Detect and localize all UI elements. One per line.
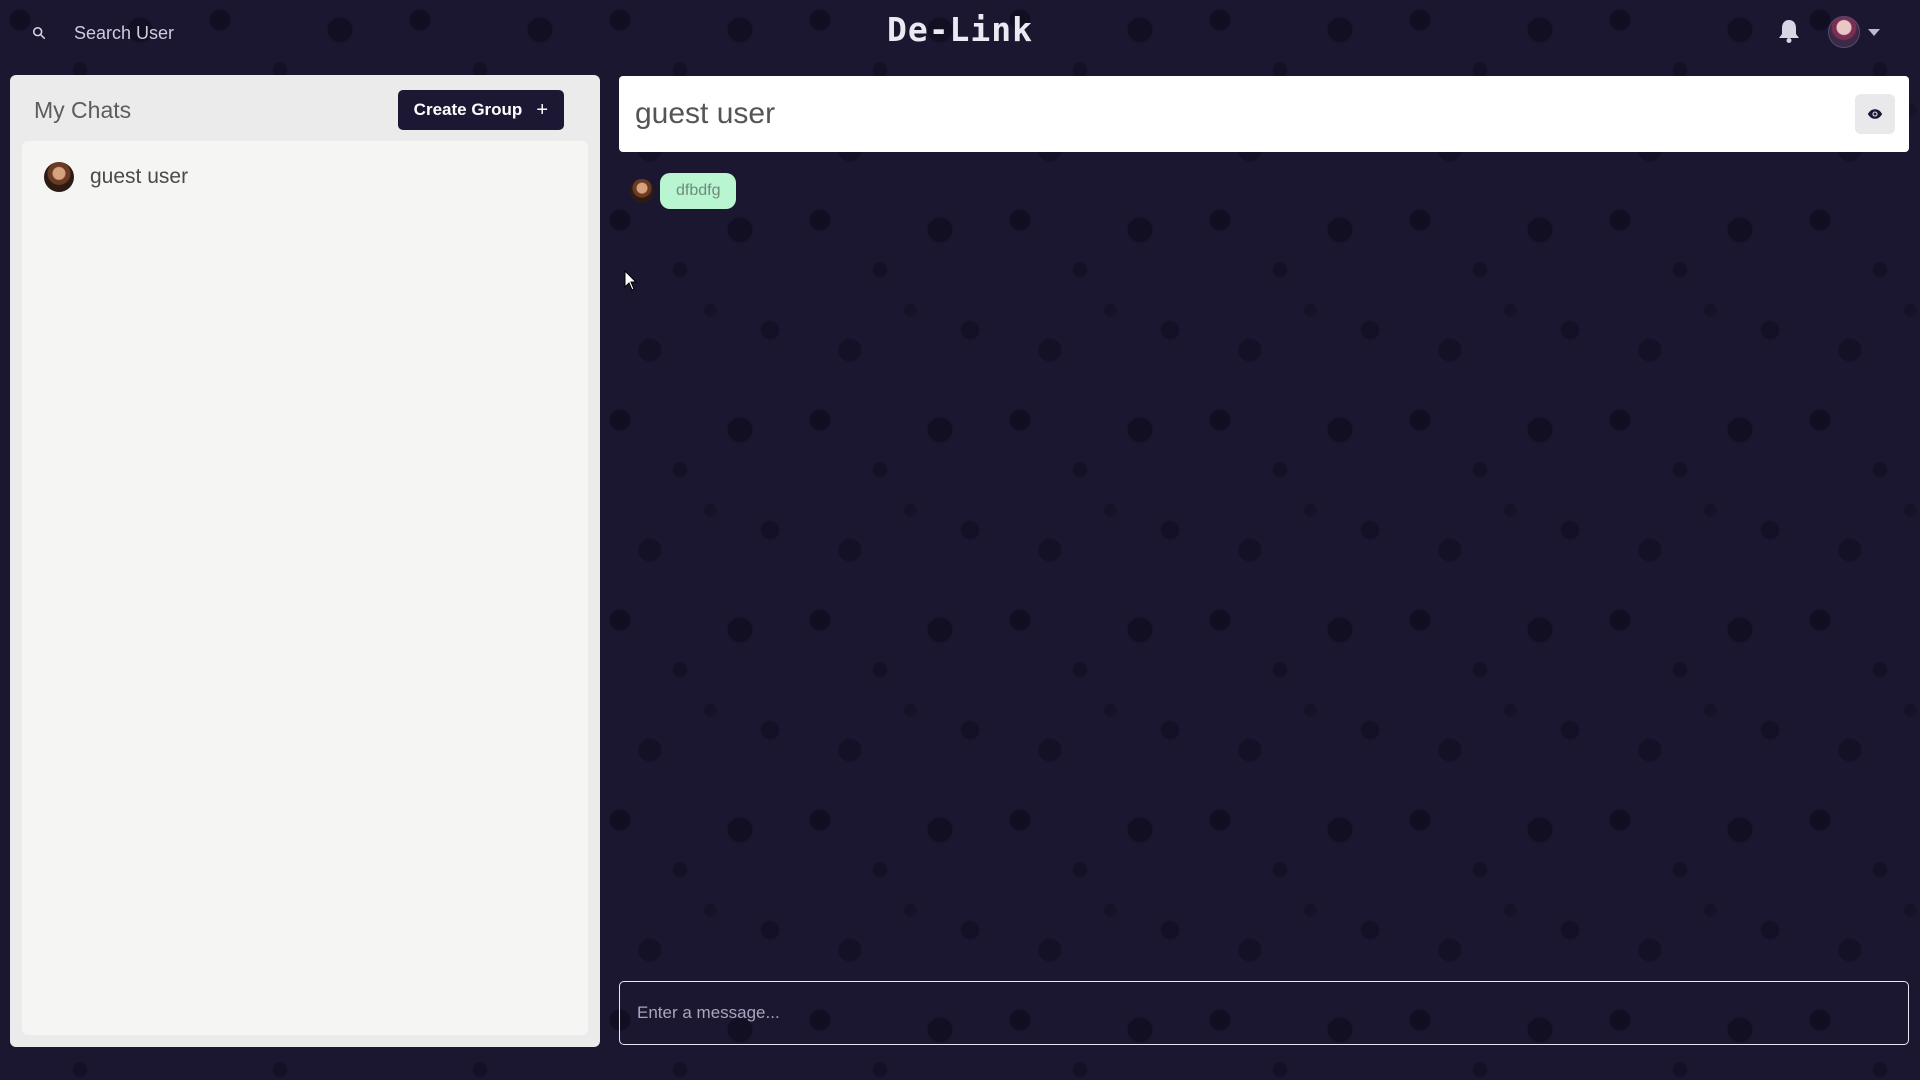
message-bubble: dfbdfg: [660, 173, 737, 209]
plus-icon: +: [536, 98, 548, 121]
bell-icon[interactable]: [1777, 18, 1801, 44]
message: dfbdfg: [630, 173, 737, 209]
sidebar-title: My Chats: [34, 96, 132, 123]
chats-sidebar: My Chats Create Group + guest user: [10, 75, 600, 1047]
profile-menu-button[interactable]: [1828, 15, 1888, 49]
chat-name: guest user: [90, 165, 189, 188]
create-group-button[interactable]: Create Group +: [397, 90, 564, 130]
message-input[interactable]: [637, 1003, 1891, 1023]
avatar: [44, 162, 74, 192]
top-bar: Search User De-Link: [0, 0, 1920, 66]
chat-list: guest user: [22, 141, 588, 1035]
avatar: [1828, 16, 1860, 48]
mouse-cursor-icon: [624, 270, 638, 291]
message-list: dfbdfg: [630, 173, 737, 209]
app-title: De-Link: [886, 10, 1034, 49]
view-profile-button[interactable]: [1855, 94, 1895, 134]
chevron-down-icon: [1868, 28, 1880, 36]
chat-list-item[interactable]: guest user: [30, 149, 580, 205]
eye-icon: [1867, 109, 1883, 119]
chat-header: guest user: [619, 76, 1909, 152]
avatar: [630, 179, 654, 203]
message-input-wrapper: [619, 981, 1909, 1045]
chat-title: guest user: [635, 97, 776, 130]
sidebar-header: My Chats Create Group +: [22, 87, 588, 133]
create-group-label: Create Group: [413, 100, 523, 119]
